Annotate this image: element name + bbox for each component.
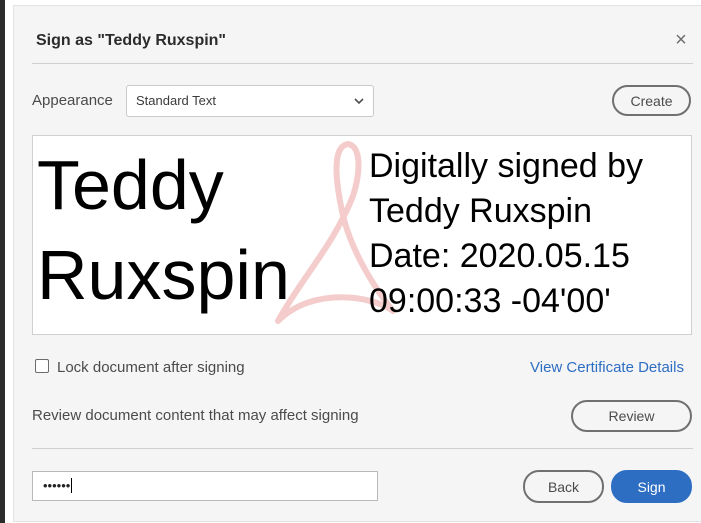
lock-document-label[interactable]: Lock document after signing: [57, 359, 245, 376]
close-icon[interactable]: ×: [671, 30, 691, 50]
password-input[interactable]: ••••••: [32, 471, 378, 501]
appearance-label: Appearance: [32, 92, 113, 109]
signature-name: Teddy Ruxspin: [37, 140, 357, 320]
review-content-text: Review document content that may affect …: [32, 407, 359, 424]
appearance-select[interactable]: Standard Text: [126, 85, 374, 117]
text-caret: [71, 478, 73, 493]
sign-dialog: Sign as "Teddy Ruxspin" × Appearance Sta…: [13, 5, 701, 522]
dialog-title: Sign as "Teddy Ruxspin": [36, 32, 227, 49]
lock-document-checkbox[interactable]: [35, 359, 49, 373]
back-button[interactable]: Back: [523, 470, 604, 503]
header-divider: [32, 63, 693, 64]
signature-details: Digitally signed by Teddy Ruxspin Date: …: [369, 144, 691, 324]
signature-preview: Teddy Ruxspin Digitally signed by Teddy …: [32, 135, 692, 335]
chevron-down-icon: [354, 98, 364, 105]
password-value: ••••••: [43, 478, 73, 493]
signature-name-line: Ruxspin: [37, 236, 290, 314]
review-button[interactable]: Review: [571, 400, 692, 432]
page: Sign as "Teddy Ruxspin" × Appearance Sta…: [0, 0, 701, 523]
appearance-select-value: Standard Text: [136, 93, 216, 108]
sign-button[interactable]: Sign: [611, 470, 692, 503]
signature-detail-line: Teddy Ruxspin: [369, 192, 593, 230]
footer-divider: [32, 448, 693, 449]
window-edge: [0, 0, 5, 523]
create-button[interactable]: Create: [612, 85, 691, 116]
view-certificate-link[interactable]: View Certificate Details: [530, 359, 684, 376]
signature-name-line: Teddy: [37, 146, 224, 224]
signature-detail-line: Date: 2020.05.15: [369, 237, 630, 275]
signature-detail-line: 09:00:33 -04'00': [369, 282, 611, 320]
signature-detail-line: Digitally signed by: [369, 147, 644, 185]
